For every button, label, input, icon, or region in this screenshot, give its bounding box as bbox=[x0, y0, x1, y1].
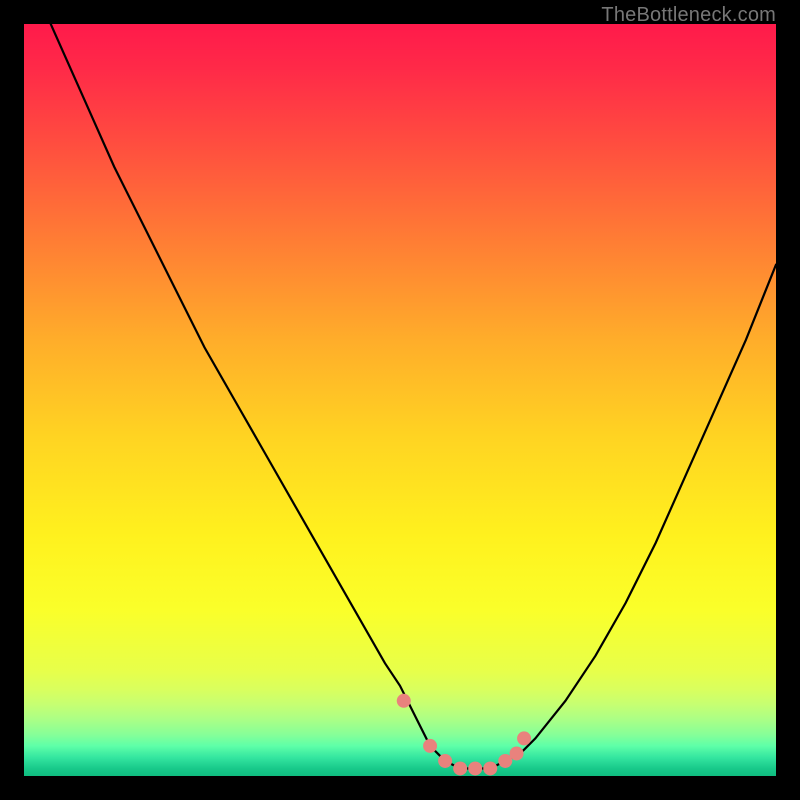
marker-dot bbox=[468, 761, 482, 775]
plot-area bbox=[24, 24, 776, 776]
marker-dot bbox=[423, 739, 437, 753]
marker-dot bbox=[517, 731, 531, 745]
gradient-background bbox=[24, 24, 776, 776]
outer-frame: TheBottleneck.com bbox=[0, 0, 800, 800]
watermark-text: TheBottleneck.com bbox=[601, 4, 776, 27]
marker-dot bbox=[510, 746, 524, 760]
chart-svg bbox=[24, 24, 776, 776]
marker-dot bbox=[438, 754, 452, 768]
marker-dot bbox=[453, 761, 467, 775]
marker-dot bbox=[397, 694, 411, 708]
marker-dot bbox=[483, 761, 497, 775]
